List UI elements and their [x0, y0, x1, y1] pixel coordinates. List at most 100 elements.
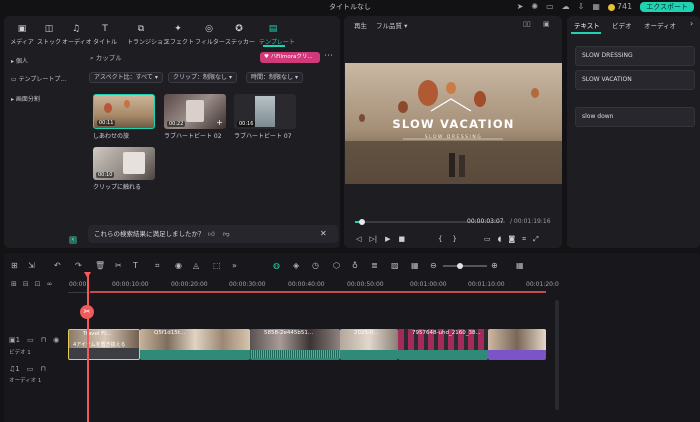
- fullscreen-icon[interactable]: ⤢: [533, 235, 539, 244]
- video-clip[interactable]: 2025-0...: [340, 329, 398, 360]
- link-icon[interactable]: ⊡: [35, 280, 41, 288]
- toolbar-item-filter[interactable]: ◎ フィルター: [195, 24, 225, 46]
- prev-frame-icon[interactable]: ▷|: [369, 235, 377, 243]
- record-icon[interactable]: ◉: [175, 261, 182, 270]
- template-thumbnail[interactable]: 00:22 +: [164, 94, 226, 129]
- filter-duration[interactable]: 時間：制限なし ▾: [246, 72, 303, 83]
- tab-text[interactable]: テキスト: [574, 20, 600, 30]
- render-icon[interactable]: ◈: [293, 261, 299, 270]
- toolbar-item-template[interactable]: ▤ テンプレート: [259, 24, 295, 46]
- ai-icon[interactable]: ◍: [273, 261, 280, 270]
- chevron-right-icon[interactable]: ›: [690, 19, 693, 28]
- bulb-icon[interactable]: ✺: [531, 2, 538, 12]
- text-tool-icon[interactable]: T: [133, 261, 138, 270]
- template-thumbnail[interactable]: 00:11: [93, 94, 155, 129]
- magnet-icon[interactable]: ∞: [47, 280, 53, 288]
- folder-icon[interactable]: ▭: [27, 336, 34, 344]
- lock-icon[interactable]: ⊓: [40, 365, 45, 373]
- close-icon[interactable]: ✕: [320, 225, 327, 243]
- zoom-in-icon[interactable]: ⊕: [491, 261, 498, 270]
- tab-video[interactable]: ビデオ: [612, 20, 632, 30]
- work-area-bar[interactable]: [90, 291, 546, 293]
- stop-icon[interactable]: ■: [399, 235, 406, 243]
- filter-aspect-ratio[interactable]: アスペクト比：すべて ▾: [89, 72, 163, 83]
- add-icon[interactable]: +: [216, 118, 223, 127]
- lock-icon[interactable]: ⊓: [41, 336, 46, 344]
- template-thumbnail[interactable]: 00:10: [93, 147, 155, 180]
- add-track-icon[interactable]: ⊞: [11, 280, 17, 288]
- video-clip[interactable]: Travel Fl... 4アイテムを置き換える: [68, 329, 140, 360]
- audio-list-icon[interactable]: ≣: [371, 261, 378, 270]
- volume-icon[interactable]: ◖: [498, 235, 502, 244]
- sidebar-item-template-presets[interactable]: ▭ テンプレートプ...: [11, 74, 66, 83]
- grid-icon[interactable]: ▦: [592, 2, 600, 12]
- toolbar-item-sticker[interactable]: ✪ ステッカー: [225, 24, 255, 46]
- compare-icon[interactable]: ▯▯: [523, 20, 531, 28]
- filmora-tag[interactable]: ♥ ハFilmoraクリ...: [260, 52, 320, 63]
- template-thumbnail[interactable]: 00:16: [234, 94, 296, 129]
- toolbar-item-media[interactable]: ▣ メディア: [8, 24, 36, 46]
- camera-icon[interactable]: ◙: [508, 235, 515, 244]
- video-clip[interactable]: 7957648-uhd_2160_38...: [398, 329, 488, 360]
- toolbar-item-stock[interactable]: ◫ ストック: [35, 24, 63, 46]
- send-icon[interactable]: ➤: [517, 2, 524, 12]
- text-card[interactable]: SLOW VACATION: [575, 70, 695, 90]
- video-clip[interactable]: [488, 329, 546, 360]
- text-card[interactable]: SLOW DRESSING: [575, 46, 695, 66]
- folder-icon[interactable]: ▭: [27, 365, 34, 373]
- layout-icon[interactable]: ⊞: [11, 261, 18, 270]
- monitor-icon[interactable]: ▭: [484, 235, 491, 244]
- video-clip[interactable]: Q5f1d15t...: [140, 329, 250, 360]
- export-button[interactable]: エクスポート: [640, 2, 694, 12]
- more-tools-icon[interactable]: »: [232, 261, 237, 270]
- toolbar-item-title[interactable]: T タイトル: [91, 24, 119, 46]
- toolbar-item-audio[interactable]: ♫ オーディオ: [62, 24, 92, 46]
- tab-audio[interactable]: オーディオ: [644, 20, 676, 30]
- timeline-scrollbar[interactable]: [555, 300, 559, 410]
- credits-badge[interactable]: 741: [607, 2, 632, 12]
- grid-view-icon[interactable]: ▦: [516, 261, 524, 270]
- toolbar-item-effect[interactable]: ✦ エフェクト: [164, 24, 194, 46]
- multicam-icon[interactable]: ▦: [411, 261, 419, 270]
- download-icon[interactable]: ⇩: [578, 2, 585, 12]
- search-input[interactable]: ⌕ カップル: [90, 52, 250, 64]
- text-card[interactable]: slow down: [575, 107, 695, 127]
- zoom-out-icon[interactable]: ⊖: [430, 261, 437, 270]
- color-icon[interactable]: ◬: [193, 261, 199, 270]
- crop-icon[interactable]: ⌗: [522, 235, 526, 244]
- quality-select[interactable]: フル品質 ▾: [376, 20, 407, 30]
- play-icon[interactable]: ▶: [385, 235, 390, 243]
- playhead[interactable]: [87, 274, 89, 422]
- select-tool-icon[interactable]: ⇲: [28, 261, 35, 270]
- snapshot-icon[interactable]: ▣: [543, 20, 550, 28]
- mark-in-icon[interactable]: {: [438, 235, 442, 243]
- thumbs-up-icon[interactable]: 👍︎: [208, 225, 215, 243]
- redo-icon[interactable]: ↷: [75, 261, 82, 270]
- undo-icon[interactable]: ↶: [54, 261, 61, 270]
- snap-icon[interactable]: ⊟: [23, 280, 29, 288]
- split-icon[interactable]: ✂: [115, 261, 122, 270]
- crop-icon[interactable]: ⌗: [155, 261, 160, 271]
- preview-canvas[interactable]: SLOW VACATION SLOW DRESSING: [345, 63, 562, 184]
- image-icon[interactable]: ▨: [391, 261, 399, 270]
- mark-out-icon[interactable]: }: [452, 235, 456, 243]
- sidebar-item-split-screen[interactable]: ▸ 画面分割: [11, 94, 40, 103]
- sidebar-item-personal[interactable]: ▸ 個人: [11, 56, 28, 65]
- scissors-icon[interactable]: ✂: [80, 305, 94, 319]
- eye-icon[interactable]: ◉: [53, 336, 59, 344]
- zoom-handle[interactable]: [457, 262, 463, 269]
- toolbar-item-transition[interactable]: ⧉ トランジション: [127, 24, 169, 46]
- cloud-icon[interactable]: ☁: [562, 2, 570, 12]
- monitor-icon[interactable]: ▭: [546, 2, 554, 12]
- shield-icon[interactable]: ⬡: [333, 261, 340, 270]
- filter-clips[interactable]: クリップ：制限なし ▾: [168, 72, 237, 83]
- mic-icon[interactable]: ♁: [352, 261, 358, 270]
- zoom-slider[interactable]: [443, 262, 487, 269]
- delete-icon[interactable]: 🗑︎: [95, 261, 105, 270]
- scrubber-handle[interactable]: [359, 219, 365, 225]
- transform-icon[interactable]: ⬚: [213, 261, 221, 270]
- step-back-icon[interactable]: ◁: [356, 235, 361, 243]
- thumbs-down-icon[interactable]: 👎︎: [223, 225, 230, 243]
- speed-icon[interactable]: ◷: [312, 261, 319, 270]
- collapse-sidebar-button[interactable]: ‹: [69, 236, 77, 244]
